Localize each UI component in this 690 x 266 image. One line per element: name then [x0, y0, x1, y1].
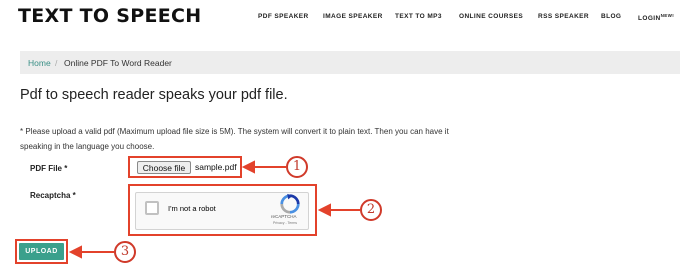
annotation-marker-2: 2	[360, 199, 382, 221]
annotation-marker-3: 3	[114, 241, 136, 263]
arrow-2-head	[317, 203, 331, 217]
annotation-arrows	[68, 160, 360, 259]
arrow-3-head	[68, 245, 82, 259]
annotation-marker-1: 1	[286, 156, 308, 178]
arrow-1-head	[241, 160, 255, 174]
